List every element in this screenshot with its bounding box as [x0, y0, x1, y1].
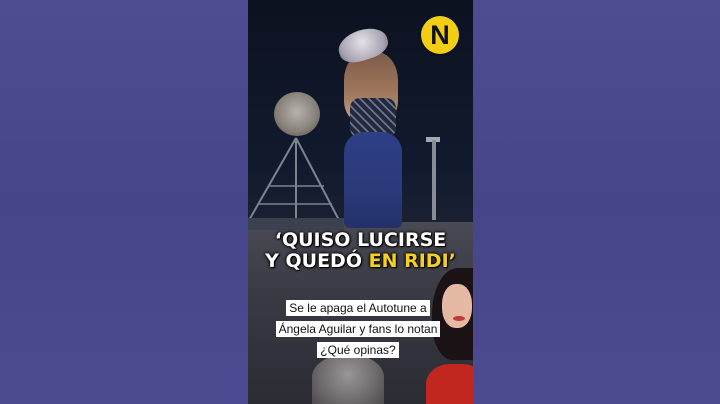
skull-prop [274, 92, 320, 136]
channel-logo[interactable]: N [421, 16, 459, 54]
stage-truss [248, 137, 344, 230]
audience-member [312, 355, 384, 404]
caption-question: ¿Qué opinas? [260, 340, 456, 361]
light-pole [432, 140, 436, 220]
right-blurred-backdrop [473, 0, 720, 404]
headline-highlight: EN RIDI’ [368, 250, 456, 272]
guest-dress [426, 364, 473, 404]
headline-line-2: Y QUEDÓ EN RIDI’ [248, 251, 473, 272]
caption-block: Se le apaga el Autotune a Ángela Aguilar… [260, 298, 456, 340]
performer-jeans [344, 132, 402, 228]
headline-line-1: ‘QUISO LUCIRSE [274, 229, 447, 251]
headline-line-2-prefix: Y QUEDÓ [265, 250, 369, 272]
left-blurred-backdrop [0, 0, 248, 404]
caption-line-3: ¿Qué opinas? [317, 342, 399, 358]
caption-line-1: Se le apaga el Autotune a [286, 300, 430, 316]
headline: ‘QUISO LUCIRSE Y QUEDÓ EN RIDI’ [248, 230, 473, 272]
caption-line-2: Ángela Aguilar y fans lo notan [275, 321, 441, 337]
